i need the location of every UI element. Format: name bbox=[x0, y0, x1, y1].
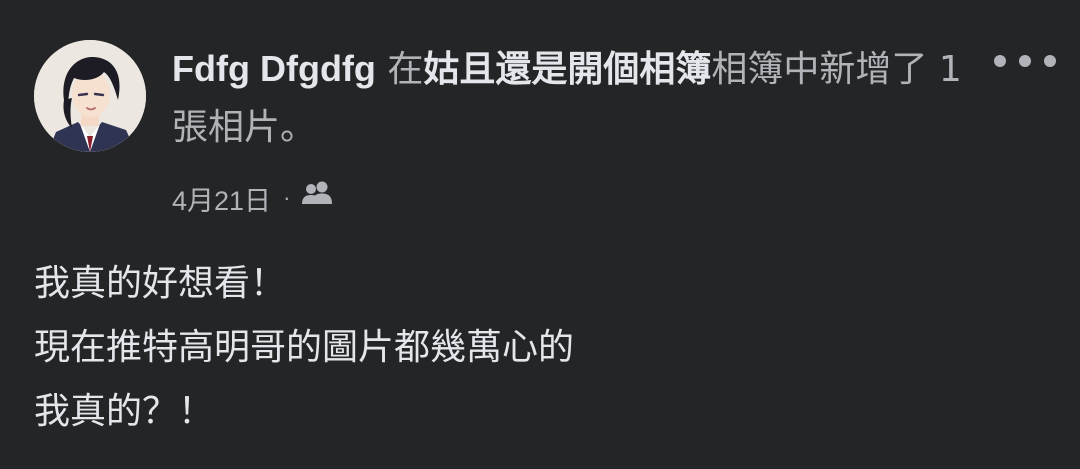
more-dot bbox=[1044, 55, 1056, 67]
post-text-line: 現在推特高明哥的圖片都幾萬心的 bbox=[34, 327, 575, 368]
action-prefix: 在 bbox=[375, 49, 424, 90]
friends-icon[interactable] bbox=[300, 180, 334, 217]
post-date[interactable]: 4月21日 bbox=[172, 179, 271, 218]
author-avatar[interactable] bbox=[34, 40, 146, 152]
more-dot bbox=[1019, 55, 1031, 67]
post-text-line: 我真的？！ bbox=[34, 391, 215, 432]
post-text-line: 我真的好想看！ bbox=[34, 263, 287, 304]
post-meta: 4月21日 · bbox=[172, 178, 334, 218]
album-link[interactable]: 姑且還是開個相簿 bbox=[423, 49, 711, 90]
post-body: 我真的好想看！ 現在推特高明哥的圖片都幾萬心的 我真的？！ bbox=[34, 252, 1044, 444]
author-name[interactable]: Fdfg Dfgdfg bbox=[172, 48, 376, 89]
more-dot bbox=[994, 55, 1006, 67]
meta-separator: · bbox=[283, 185, 291, 210]
post-header: Fdfg Dfgdfg 在姑且還是開個相簿相簿中新增了 1 張相片。 bbox=[172, 40, 962, 157]
avatar-illustration bbox=[34, 40, 146, 152]
photo-post: Fdfg Dfgdfg 在姑且還是開個相簿相簿中新增了 1 張相片。 4月21日… bbox=[0, 0, 1080, 469]
more-options-icon[interactable] bbox=[994, 44, 1056, 78]
